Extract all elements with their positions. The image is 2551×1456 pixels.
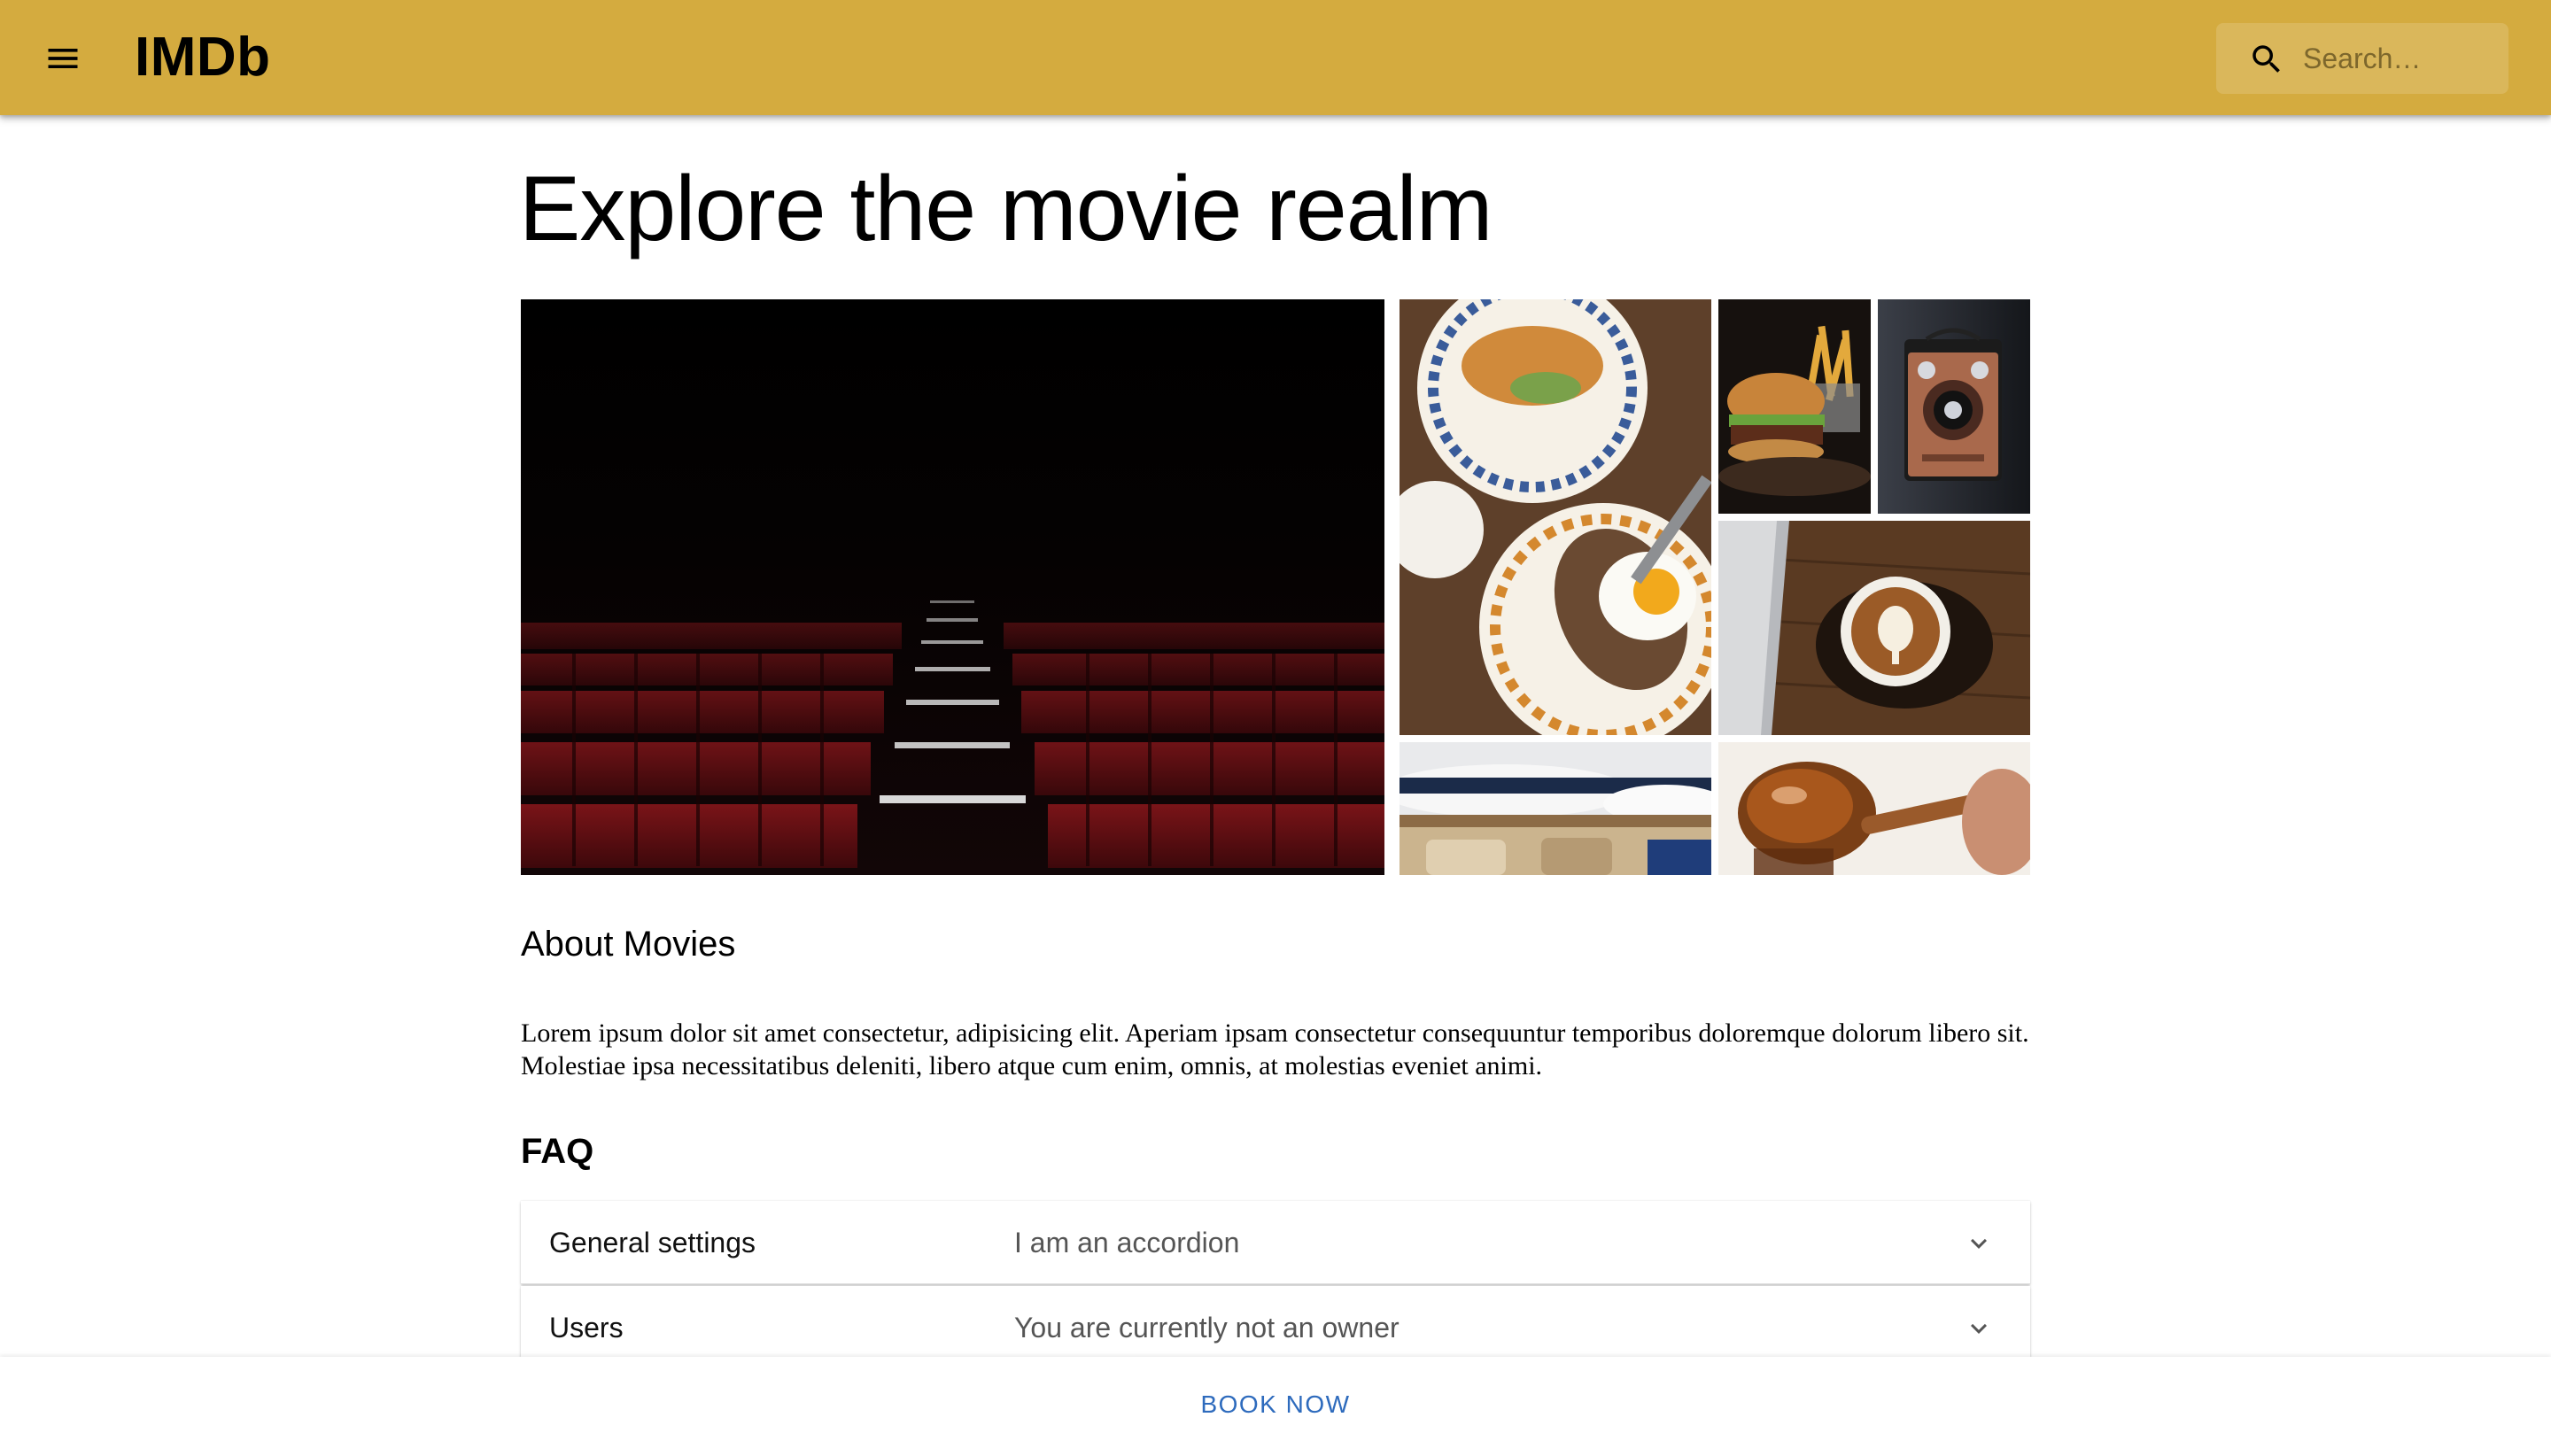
accordion-item-general-settings[interactable]: General settings I am an accordion [521, 1201, 2030, 1284]
image-gallery [521, 299, 2030, 875]
menu-button[interactable] [37, 33, 89, 84]
app-bar: IMDb [0, 0, 2551, 115]
chevron-down-icon[interactable] [1963, 1228, 1995, 1259]
vintage-camera-image[interactable] [1878, 299, 2030, 514]
about-paragraph: Lorem ipsum dolor sit amet consectetur, … [521, 1018, 2029, 1080]
hats-image[interactable] [1400, 742, 1711, 875]
latte-coffee-image[interactable] [1718, 521, 2030, 735]
faq-accordion: General settings I am an accordion Users… [521, 1201, 2030, 1371]
theater-seats-image[interactable] [521, 299, 1384, 875]
brand-logo[interactable]: IMDb [135, 27, 271, 89]
search-icon [2252, 45, 2280, 73]
bottom-bar: BOOK NOW [0, 1357, 2551, 1456]
page-title: Explore the movie realm [519, 158, 1493, 260]
faq-heading: FAQ [521, 1132, 594, 1171]
book-now-button[interactable]: BOOK NOW [1187, 1376, 1364, 1433]
accordion-summary: You are currently not an owner [1014, 1312, 1400, 1344]
search-box[interactable] [2216, 23, 2508, 94]
about-heading: About Movies [521, 925, 736, 964]
breakfast-plates-image[interactable] [1400, 299, 1711, 735]
search-input[interactable] [2303, 23, 2498, 94]
menu-icon [48, 49, 78, 68]
honey-dipper-image[interactable] [1718, 742, 2030, 875]
accordion-summary: I am an accordion [1014, 1227, 1240, 1259]
chevron-down-icon[interactable] [1963, 1313, 1995, 1344]
burger-fries-image[interactable] [1718, 299, 1871, 514]
accordion-title: Users [549, 1312, 624, 1344]
accordion-title: General settings [549, 1227, 756, 1259]
